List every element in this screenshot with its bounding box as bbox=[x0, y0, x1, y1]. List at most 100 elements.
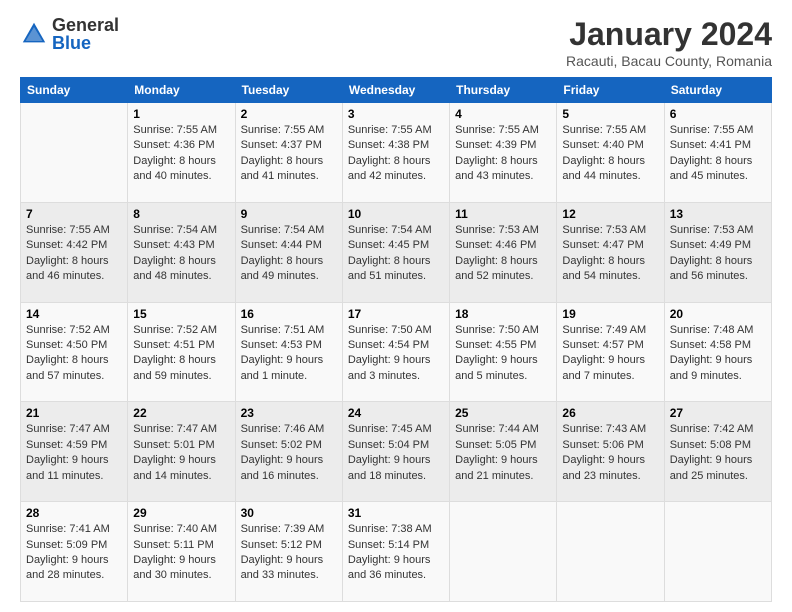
table-row: 9 Sunrise: 7:54 AM Sunset: 4:44 PM Daylig… bbox=[235, 202, 342, 302]
day-number: 11 bbox=[455, 207, 551, 221]
day-info: Sunrise: 7:53 AM Sunset: 4:47 PM Dayligh… bbox=[562, 223, 658, 285]
day-info: Sunrise: 7:50 AM Sunset: 4:54 PM Dayligh… bbox=[348, 323, 444, 385]
table-row: 26Sunrise: 7:43 AM Sunset: 5:06 PM Dayli… bbox=[557, 402, 664, 502]
day-info: Sunrise: 7:42 AM Sunset: 5:08 PM Dayligh… bbox=[670, 422, 766, 484]
day-number: 12 bbox=[562, 207, 658, 221]
day-number: 13 bbox=[670, 207, 766, 221]
table-row: 8 Sunrise: 7:54 AM Sunset: 4:43 PM Daylig… bbox=[128, 202, 235, 302]
main-title: January 2024 bbox=[566, 16, 772, 53]
logo-icon bbox=[20, 20, 48, 48]
day-info: Sunrise: 7:55 AM Sunset: 4:41 PM Dayligh… bbox=[670, 123, 766, 185]
day-info: Sunrise: 7:44 AM Sunset: 5:05 PM Dayligh… bbox=[455, 422, 551, 484]
day-number: 26 bbox=[562, 406, 658, 420]
logo-text: General Blue bbox=[52, 16, 119, 52]
table-row: 23Sunrise: 7:46 AM Sunset: 5:02 PM Dayli… bbox=[235, 402, 342, 502]
day-info: Sunrise: 7:54 AM Sunset: 4:44 PM Dayligh… bbox=[241, 223, 337, 285]
table-row: 11 Sunrise: 7:53 AM Sunset: 4:46 PM Dayli… bbox=[450, 202, 557, 302]
table-row: 7 Sunrise: 7:55 AM Sunset: 4:42 PM Daylig… bbox=[21, 202, 128, 302]
day-info: Sunrise: 7:48 AM Sunset: 4:58 PM Dayligh… bbox=[670, 323, 766, 385]
table-row: 30 Sunrise: 7:39 AM Sunset: 5:12 PM Dayli… bbox=[235, 502, 342, 602]
calendar-table: Sunday Monday Tuesday Wednesday Thursday… bbox=[20, 77, 772, 602]
table-row: 25 Sunrise: 7:44 AM Sunset: 5:05 PM Dayli… bbox=[450, 402, 557, 502]
day-number: 24 bbox=[348, 406, 444, 420]
table-row: 1Sunrise: 7:55 AM Sunset: 4:36 PM Daylig… bbox=[128, 103, 235, 203]
day-info: Sunrise: 7:52 AM Sunset: 4:51 PM Dayligh… bbox=[133, 323, 229, 385]
day-info: Sunrise: 7:53 AM Sunset: 4:49 PM Dayligh… bbox=[670, 223, 766, 285]
col-sunday: Sunday bbox=[21, 78, 128, 103]
table-row: 20 Sunrise: 7:48 AM Sunset: 4:58 PM Dayli… bbox=[664, 302, 771, 402]
table-row: 19 Sunrise: 7:49 AM Sunset: 4:57 PM Dayli… bbox=[557, 302, 664, 402]
day-info: Sunrise: 7:49 AM Sunset: 4:57 PM Dayligh… bbox=[562, 323, 658, 385]
day-info: Sunrise: 7:54 AM Sunset: 4:45 PM Dayligh… bbox=[348, 223, 444, 285]
day-number: 17 bbox=[348, 307, 444, 321]
day-number: 25 bbox=[455, 406, 551, 420]
table-row: 24 Sunrise: 7:45 AM Sunset: 5:04 PM Dayli… bbox=[342, 402, 449, 502]
day-number: 7 bbox=[26, 207, 122, 221]
table-row: 12 Sunrise: 7:53 AM Sunset: 4:47 PM Dayli… bbox=[557, 202, 664, 302]
logo: General Blue bbox=[20, 16, 119, 52]
logo-blue: Blue bbox=[52, 34, 119, 52]
table-row: 4 Sunrise: 7:55 AM Sunset: 4:39 PM Daylig… bbox=[450, 103, 557, 203]
day-info: Sunrise: 7:55 AM Sunset: 4:40 PM Dayligh… bbox=[562, 123, 658, 185]
day-info: Sunrise: 7:38 AM Sunset: 5:14 PM Dayligh… bbox=[348, 522, 444, 584]
day-number: 16 bbox=[241, 307, 337, 321]
col-friday: Friday bbox=[557, 78, 664, 103]
table-row: 28 Sunrise: 7:41 AM Sunset: 5:09 PM Dayli… bbox=[21, 502, 128, 602]
day-number: 8 bbox=[133, 207, 229, 221]
table-row: 10Sunrise: 7:54 AM Sunset: 4:45 PM Dayli… bbox=[342, 202, 449, 302]
table-row: 21 Sunrise: 7:47 AM Sunset: 4:59 PM Dayli… bbox=[21, 402, 128, 502]
col-thursday: Thursday bbox=[450, 78, 557, 103]
table-row: 15Sunrise: 7:52 AM Sunset: 4:51 PM Dayli… bbox=[128, 302, 235, 402]
day-number: 5 bbox=[562, 107, 658, 121]
day-info: Sunrise: 7:39 AM Sunset: 5:12 PM Dayligh… bbox=[241, 522, 337, 584]
table-row bbox=[664, 502, 771, 602]
calendar-week-3: 21 Sunrise: 7:47 AM Sunset: 4:59 PM Dayli… bbox=[21, 402, 772, 502]
day-info: Sunrise: 7:51 AM Sunset: 4:53 PM Dayligh… bbox=[241, 323, 337, 385]
day-number: 22 bbox=[133, 406, 229, 420]
day-number: 29 bbox=[133, 506, 229, 520]
day-number: 28 bbox=[26, 506, 122, 520]
logo-general: General bbox=[52, 16, 119, 34]
table-row: 22Sunrise: 7:47 AM Sunset: 5:01 PM Dayli… bbox=[128, 402, 235, 502]
day-info: Sunrise: 7:55 AM Sunset: 4:42 PM Dayligh… bbox=[26, 223, 122, 285]
table-row bbox=[21, 103, 128, 203]
day-info: Sunrise: 7:52 AM Sunset: 4:50 PM Dayligh… bbox=[26, 323, 122, 385]
day-number: 9 bbox=[241, 207, 337, 221]
table-row: 31 Sunrise: 7:38 AM Sunset: 5:14 PM Dayli… bbox=[342, 502, 449, 602]
day-info: Sunrise: 7:45 AM Sunset: 5:04 PM Dayligh… bbox=[348, 422, 444, 484]
table-row bbox=[557, 502, 664, 602]
calendar-week-1: 7 Sunrise: 7:55 AM Sunset: 4:42 PM Daylig… bbox=[21, 202, 772, 302]
title-block: January 2024 Racauti, Bacau County, Roma… bbox=[566, 16, 772, 69]
calendar-header-row: Sunday Monday Tuesday Wednesday Thursday… bbox=[21, 78, 772, 103]
day-number: 19 bbox=[562, 307, 658, 321]
day-info: Sunrise: 7:47 AM Sunset: 4:59 PM Dayligh… bbox=[26, 422, 122, 484]
day-info: Sunrise: 7:53 AM Sunset: 4:46 PM Dayligh… bbox=[455, 223, 551, 285]
day-info: Sunrise: 7:55 AM Sunset: 4:36 PM Dayligh… bbox=[133, 123, 229, 185]
day-info: Sunrise: 7:41 AM Sunset: 5:09 PM Dayligh… bbox=[26, 522, 122, 584]
table-row: 18 Sunrise: 7:50 AM Sunset: 4:55 PM Dayli… bbox=[450, 302, 557, 402]
day-number: 18 bbox=[455, 307, 551, 321]
day-number: 20 bbox=[670, 307, 766, 321]
table-row: 2Sunrise: 7:55 AM Sunset: 4:37 PM Daylig… bbox=[235, 103, 342, 203]
calendar-week-0: 1Sunrise: 7:55 AM Sunset: 4:36 PM Daylig… bbox=[21, 103, 772, 203]
header: General Blue January 2024 Racauti, Bacau… bbox=[20, 16, 772, 69]
table-row: 5 Sunrise: 7:55 AM Sunset: 4:40 PM Daylig… bbox=[557, 103, 664, 203]
calendar-week-2: 14Sunrise: 7:52 AM Sunset: 4:50 PM Dayli… bbox=[21, 302, 772, 402]
day-number: 30 bbox=[241, 506, 337, 520]
table-row: 13 Sunrise: 7:53 AM Sunset: 4:49 PM Dayli… bbox=[664, 202, 771, 302]
day-number: 4 bbox=[455, 107, 551, 121]
table-row: 29 Sunrise: 7:40 AM Sunset: 5:11 PM Dayli… bbox=[128, 502, 235, 602]
table-row bbox=[450, 502, 557, 602]
subtitle: Racauti, Bacau County, Romania bbox=[566, 53, 772, 69]
day-info: Sunrise: 7:40 AM Sunset: 5:11 PM Dayligh… bbox=[133, 522, 229, 584]
table-row: 6Sunrise: 7:55 AM Sunset: 4:41 PM Daylig… bbox=[664, 103, 771, 203]
day-info: Sunrise: 7:50 AM Sunset: 4:55 PM Dayligh… bbox=[455, 323, 551, 385]
day-number: 21 bbox=[26, 406, 122, 420]
table-row: 16 Sunrise: 7:51 AM Sunset: 4:53 PM Dayli… bbox=[235, 302, 342, 402]
day-info: Sunrise: 7:55 AM Sunset: 4:37 PM Dayligh… bbox=[241, 123, 337, 185]
day-info: Sunrise: 7:54 AM Sunset: 4:43 PM Dayligh… bbox=[133, 223, 229, 285]
day-number: 31 bbox=[348, 506, 444, 520]
day-info: Sunrise: 7:55 AM Sunset: 4:39 PM Dayligh… bbox=[455, 123, 551, 185]
day-number: 23 bbox=[241, 406, 337, 420]
day-number: 27 bbox=[670, 406, 766, 420]
